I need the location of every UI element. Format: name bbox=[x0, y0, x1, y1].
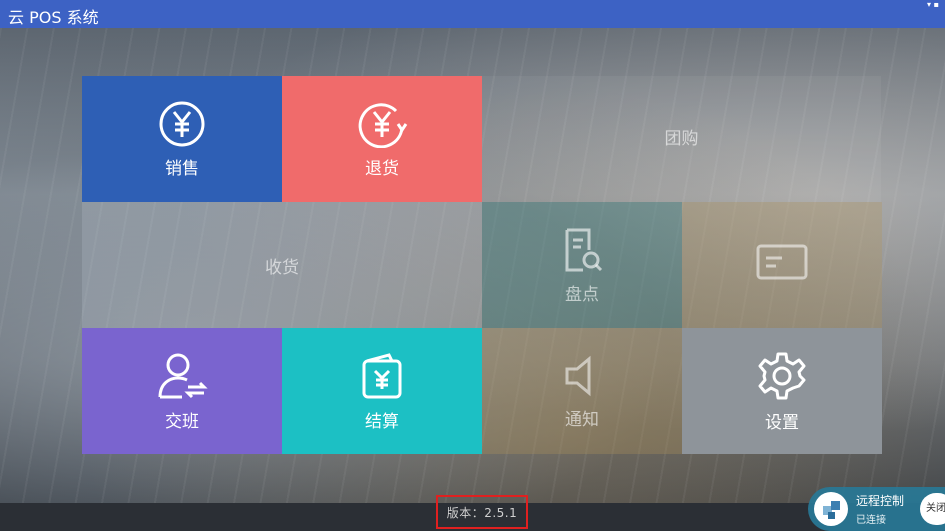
version-label: 版本：2.5.1 bbox=[436, 495, 528, 529]
tile-receive-label: 收货 bbox=[265, 257, 299, 278]
remote-control-status: 已连接 bbox=[856, 515, 886, 526]
document-search-icon bbox=[565, 228, 603, 271]
tile-sale-label: 销售 bbox=[165, 158, 199, 179]
title-bar: 云 POS 系统 ▾ ▪ bbox=[0, 0, 945, 28]
yen-refund-icon bbox=[358, 102, 408, 148]
tile-refund[interactable]: 退货 bbox=[282, 76, 482, 202]
tile-sale[interactable]: 销售 bbox=[82, 76, 282, 202]
tile-inventory[interactable]: 盘点 bbox=[482, 202, 682, 328]
card-icon bbox=[756, 244, 808, 280]
user-switch-icon bbox=[158, 353, 208, 398]
tile-handover-label: 交班 bbox=[165, 411, 199, 432]
remote-control-widget[interactable]: 远程控制 已连接 关闭 bbox=[808, 487, 945, 531]
tile-group-buy[interactable]: 团购 bbox=[482, 76, 881, 202]
tile-notice-label: 通知 bbox=[565, 409, 599, 430]
tile-receive[interactable]: 收货 bbox=[82, 202, 482, 328]
tile-checkout[interactable]: 结算 bbox=[282, 328, 482, 454]
tile-refund-label: 退货 bbox=[365, 158, 399, 179]
app-title: 云 POS 系统 bbox=[8, 8, 99, 27]
tile-settings[interactable]: 设置 bbox=[682, 328, 882, 454]
tile-settings-label: 设置 bbox=[765, 412, 799, 433]
tile-checkout-label: 结算 bbox=[365, 411, 399, 432]
tile-group-buy-label: 团购 bbox=[664, 128, 699, 149]
remote-control-title: 远程控制 bbox=[856, 494, 905, 508]
menu-grid: 销售 退货 团购 收货 盘点 交班 结算 通知 设置 bbox=[82, 76, 882, 454]
tile-inventory-label: 盘点 bbox=[565, 284, 599, 305]
speaker-icon bbox=[565, 355, 591, 396]
tile-card[interactable] bbox=[682, 202, 882, 328]
tile-notice[interactable]: 通知 bbox=[482, 328, 682, 454]
yen-circle-icon bbox=[159, 101, 205, 146]
remote-control-icon bbox=[814, 492, 848, 526]
remote-close-button[interactable]: 关闭 bbox=[920, 493, 945, 525]
tile-handover[interactable]: 交班 bbox=[82, 328, 282, 454]
wallet-yen-icon bbox=[362, 352, 402, 398]
gear-icon bbox=[758, 352, 806, 399]
status-icons: ▾ ▪ bbox=[927, 0, 939, 9]
